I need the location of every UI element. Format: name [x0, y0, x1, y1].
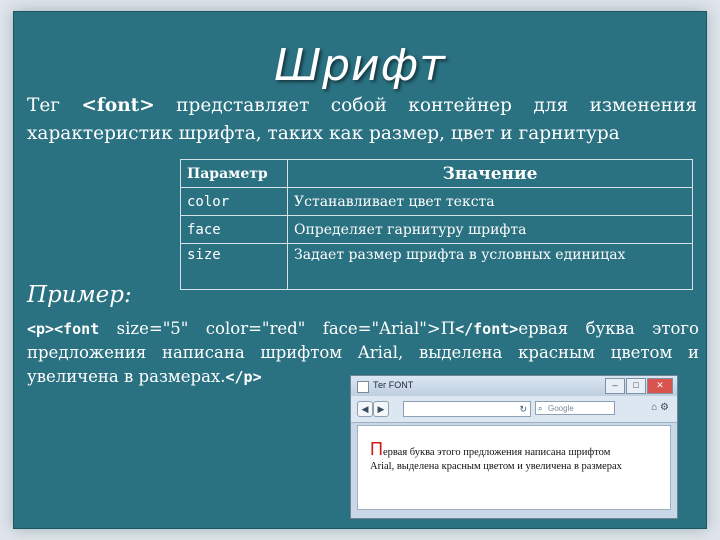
- browser-titlebar: Тег FONT – □ ✕: [351, 376, 677, 396]
- content-text-line-2: Arial, выделена красным цветом и увеличе…: [370, 461, 622, 472]
- search-placeholder: Google: [548, 404, 574, 413]
- table-cell-value: Задает размер шрифта в условных единицах: [287, 243, 693, 290]
- table-cell-value: Определяет гарнитуру шрифта: [287, 215, 693, 244]
- intro-text: Тег <font> представляет собой контейнер …: [27, 92, 697, 148]
- address-bar[interactable]: ↻: [403, 401, 531, 417]
- example-line-2: предложения написана шрифтом Arial, выде…: [27, 343, 699, 362]
- table-cell-param: face: [180, 215, 288, 244]
- back-icon[interactable]: ◀: [357, 401, 373, 417]
- search-icon: ⌕: [538, 404, 543, 413]
- table-row: face Определяет гарнитуру шрифта: [180, 215, 693, 244]
- table-cell-value: Устанавливает цвет текста: [287, 187, 693, 216]
- table-row: color Устанавливает цвет текста: [180, 187, 693, 216]
- first-letter: П: [370, 439, 383, 459]
- page-icon: [357, 381, 369, 393]
- table-header-param: Параметр: [180, 159, 288, 188]
- table-row: size Задает размер шрифта в условных еди…: [180, 243, 693, 290]
- browser-content: Первая буква этого предложения написана …: [357, 425, 671, 510]
- search-box[interactable]: ⌕ Google: [535, 401, 615, 415]
- tools-icon[interactable]: ⌂ ⚙: [651, 402, 669, 413]
- window-controls: – □ ✕: [604, 378, 673, 394]
- slide-title: Шрифт: [274, 40, 446, 91]
- table-cell-param: color: [180, 187, 288, 216]
- parameters-table: Параметр Значение color Устанавливает цв…: [180, 159, 693, 290]
- browser-screenshot: Тег FONT – □ ✕ ◀ ▶ ↻ ⌕ Google ⌂ ⚙ Первая…: [350, 375, 678, 519]
- browser-navbar: ◀ ▶ ↻ ⌕ Google ⌂ ⚙: [351, 396, 677, 423]
- browser-window-title: Тег FONT: [373, 380, 414, 390]
- example-line-1: <p><font size="5" color="red" face="Aria…: [27, 319, 699, 338]
- intro-line-1: Тег <font> представляет собой контейнер …: [27, 95, 697, 116]
- content-text-line-1: ервая буква этого предложения написана ш…: [382, 447, 611, 458]
- slide: Шрифт Тег <font> представляет собой конт…: [14, 12, 706, 528]
- refresh-icon[interactable]: ↻: [519, 402, 527, 416]
- example-label: Пример:: [27, 282, 132, 308]
- font-tag: <font>: [81, 95, 155, 116]
- table-header-value: Значение: [287, 159, 693, 188]
- table-header-row: Параметр Значение: [180, 159, 693, 188]
- maximize-icon[interactable]: □: [626, 378, 646, 394]
- minimize-icon[interactable]: –: [605, 378, 625, 394]
- table-cell-param: size: [180, 243, 288, 290]
- intro-line-2: характеристик шрифта, таких как размер, …: [27, 123, 620, 144]
- close-icon[interactable]: ✕: [647, 378, 673, 394]
- forward-icon[interactable]: ▶: [373, 401, 389, 417]
